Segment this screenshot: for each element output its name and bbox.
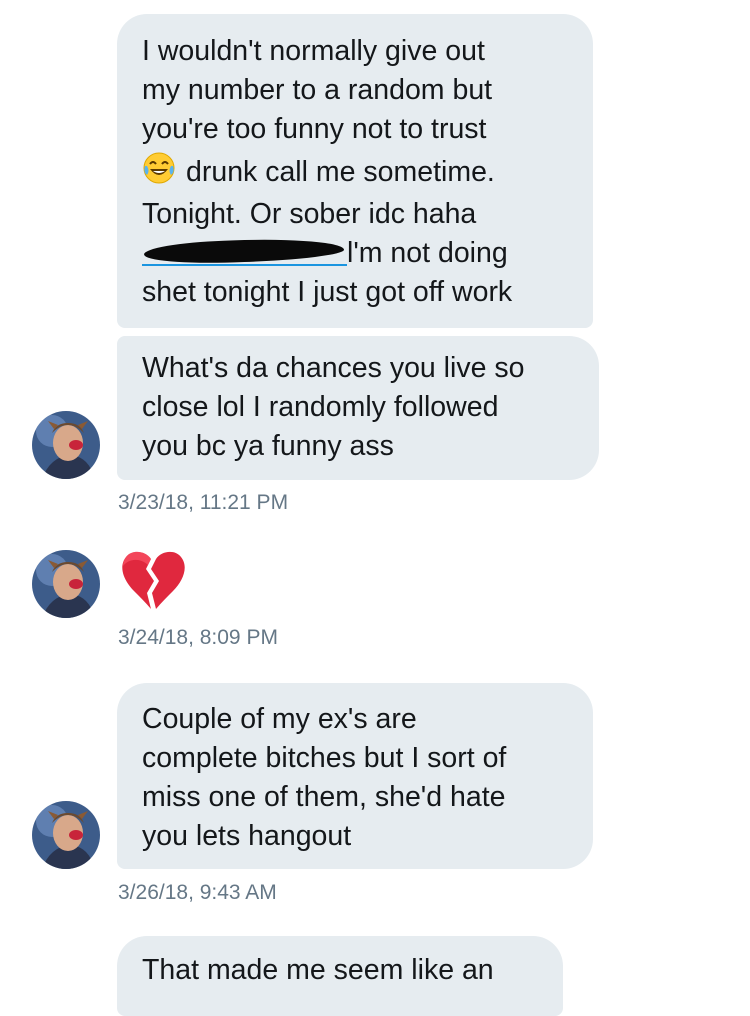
- avatar[interactable]: [32, 411, 100, 479]
- message-line: What's da chances you live so: [142, 352, 525, 384]
- timestamp: 3/24/18, 8:09 PM: [118, 626, 278, 649]
- timestamp: 3/23/18, 11:21 PM: [118, 491, 289, 514]
- message-bubble: That made me seem like an: [117, 936, 563, 1016]
- message-line: you bc ya funny ass: [142, 430, 394, 462]
- avatar[interactable]: [32, 550, 100, 618]
- message-line: Tonight. Or sober idc haha: [142, 198, 477, 230]
- timestamp: 3/26/18, 9:43 AM: [118, 881, 277, 904]
- message-line-text: l'm not doing: [347, 237, 508, 269]
- message-line: That made me seem like an: [142, 954, 494, 986]
- message-line: l'm not doing: [142, 234, 569, 273]
- redaction-mark: [143, 236, 345, 266]
- message-line: I wouldn't normally give out: [142, 35, 485, 67]
- redacted-phone-link[interactable]: [142, 234, 347, 273]
- broken-heart-icon: [122, 551, 185, 609]
- message-line: shet tonight I just got off work: [142, 276, 513, 308]
- avatar-image: [32, 411, 100, 479]
- message-bubble: I wouldn't normally give out my number t…: [117, 14, 593, 328]
- link-underline: [142, 264, 347, 266]
- message-line-text: drunk call me sometime.: [186, 156, 495, 188]
- message-line: you're too funny not to trust: [142, 113, 487, 145]
- message-bubble: What's da chances you live so close lol …: [117, 336, 599, 480]
- avatar-image: [32, 550, 100, 618]
- face-with-tears-of-joy-icon: [143, 152, 175, 184]
- avatar[interactable]: [32, 801, 100, 869]
- message-line: miss one of them, she'd hate: [142, 781, 506, 813]
- message-line: drunk call me sometime.: [142, 149, 569, 195]
- message-line: close lol I randomly followed: [142, 391, 499, 423]
- message-line: Couple of my ex's are: [142, 703, 417, 735]
- message-bubble: Couple of my ex's are complete bitches b…: [117, 683, 593, 869]
- avatar-image: [32, 801, 100, 869]
- message-line: my number to a random but: [142, 74, 493, 106]
- message-line: complete bitches but I sort of: [142, 742, 507, 774]
- message-line: you lets hangout: [142, 820, 352, 852]
